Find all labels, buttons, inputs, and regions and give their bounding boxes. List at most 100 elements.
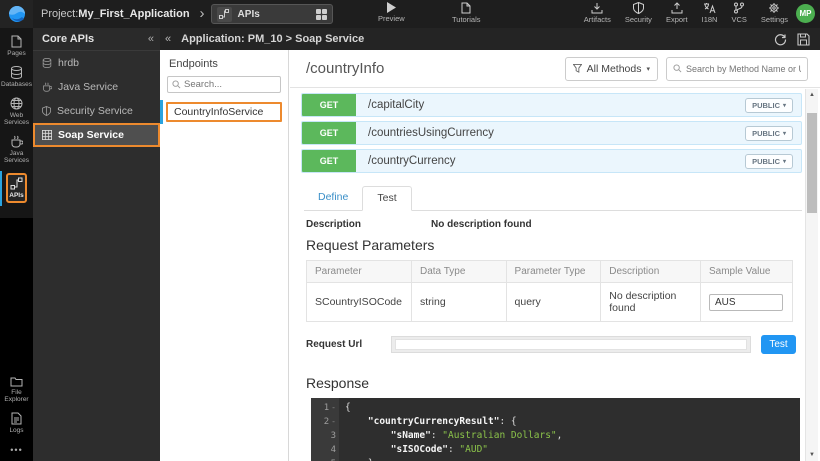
methods-filter-label: All Methods <box>587 63 642 75</box>
web-services-icon <box>10 97 23 110</box>
grid-icon[interactable] <box>316 9 327 20</box>
java-service-label: Java Service <box>58 81 118 93</box>
apis-tab[interactable]: APIs <box>211 4 333 24</box>
preview-button[interactable]: Preview <box>378 2 405 23</box>
table-header-row: Parameter Data Type Parameter Type Descr… <box>307 261 793 283</box>
get-method-button[interactable]: GET <box>302 94 356 116</box>
test-button[interactable]: Test <box>761 335 796 354</box>
response-gutter: 1-2-3456 <box>311 398 339 461</box>
tutorials-label: Tutorials <box>452 15 480 24</box>
endpoint-row-countriesusingcurrency[interactable]: GET /countriesUsingCurrency PUBLIC▾ <box>301 121 802 145</box>
play-icon <box>386 2 396 13</box>
endpoints-panel: Endpoints CountryInfoService <box>160 50 289 461</box>
sidebar-item-apis[interactable]: APIs <box>0 169 33 208</box>
logs-label: Logs <box>9 427 23 434</box>
collapse-endpoints-icon[interactable]: « <box>165 33 171 45</box>
sidebar-item-databases[interactable]: Databases <box>0 62 33 93</box>
vcs-button[interactable]: VCS <box>731 2 746 24</box>
settings-button[interactable]: Settings <box>761 2 788 24</box>
gear-icon <box>768 2 780 14</box>
response-code-block[interactable]: 1-2-3456 { "countryCurrencyResult": { "s… <box>311 398 800 461</box>
artifacts-button[interactable]: Artifacts <box>584 2 611 24</box>
collapse-panel-icon[interactable]: « <box>148 33 154 45</box>
funnel-icon <box>573 64 582 73</box>
java-services-icon <box>10 135 23 148</box>
access-badge[interactable]: PUBLIC▾ <box>745 154 793 169</box>
core-apis-header: Core APIs « <box>33 28 160 51</box>
security-service-label: Security Service <box>57 105 133 117</box>
cell-sample-value <box>700 283 792 322</box>
apis-icon <box>10 177 23 190</box>
tab-test[interactable]: Test <box>362 186 411 211</box>
pages-label: Pages <box>7 50 25 57</box>
sidebar-item-file-explorer[interactable]: File Explorer <box>0 372 33 408</box>
refresh-button[interactable] <box>774 33 787 46</box>
detail-tabs: Define Test <box>304 186 802 211</box>
upload-icon <box>671 2 683 14</box>
endpoint-path: /countryCurrency <box>368 155 456 167</box>
get-method-button[interactable]: GET <box>302 150 356 172</box>
save-button[interactable] <box>797 33 810 46</box>
access-badge[interactable]: PUBLIC▾ <box>745 126 793 141</box>
i18n-button[interactable]: I18N <box>702 2 718 24</box>
method-search[interactable] <box>666 57 808 81</box>
endpoint-row-capitalcity[interactable]: GET /capitalCity PUBLIC▾ <box>301 93 802 117</box>
endpoint-rows: GET /capitalCity PUBLIC▾ GET /countriesU… <box>301 93 802 173</box>
service-item-java-service[interactable]: Java Service <box>33 75 160 99</box>
pages-icon <box>11 35 22 48</box>
cell-description: No description found <box>601 283 701 322</box>
api-connector-icon <box>217 7 232 22</box>
user-avatar[interactable]: MP <box>796 4 815 23</box>
method-search-input[interactable] <box>686 64 801 74</box>
endpoint-countryinfoservice[interactable]: CountryInfoService <box>160 102 288 122</box>
badge-caret-icon: ▾ <box>783 130 786 137</box>
service-item-soap-service[interactable]: Soap Service <box>33 123 160 147</box>
endpoints-search-input[interactable] <box>184 79 276 90</box>
wavemaker-logo-icon[interactable] <box>0 0 33 28</box>
sidebar-item-java-services[interactable]: Java Services <box>0 131 33 169</box>
preview-label: Preview <box>378 14 405 23</box>
endpoint-path: /countriesUsingCurrency <box>368 127 494 139</box>
branch-icon <box>733 2 745 14</box>
sample-value-input[interactable] <box>709 294 783 311</box>
more-options-button[interactable]: ••• <box>0 439 33 457</box>
endpoints-search[interactable] <box>167 76 281 93</box>
topbar: Project:My_First_Application › APIs Prev… <box>0 0 820 28</box>
col-sample-value: Sample Value <box>700 261 792 283</box>
cell-parameter-type: query <box>506 283 601 322</box>
tutorials-button[interactable]: Tutorials <box>452 2 480 24</box>
service-item-security-service[interactable]: Security Service <box>33 99 160 123</box>
sidebar-item-web-services[interactable]: Web Services <box>0 93 33 131</box>
request-url-row: Request Url Test <box>306 335 820 354</box>
endpoint-row-countrycurrency[interactable]: GET /countryCurrency PUBLIC▾ <box>301 149 802 173</box>
sidebar-item-logs[interactable]: Logs <box>0 408 33 439</box>
java-services-label: Java Services <box>0 150 33 164</box>
request-parameters-title: Request Parameters <box>306 237 820 253</box>
scroll-up-arrow[interactable]: ▲ <box>806 89 818 101</box>
endpoints-title: Endpoints <box>160 50 288 76</box>
request-url-wrapper <box>391 336 751 353</box>
tab-define[interactable]: Define <box>304 186 362 210</box>
request-url-input[interactable] <box>395 339 747 350</box>
access-badge[interactable]: PUBLIC▾ <box>745 98 793 113</box>
filter-caret-icon: ▾ <box>646 65 650 73</box>
scrollbar-thumb[interactable] <box>807 113 817 213</box>
scroll-down-arrow[interactable]: ▼ <box>806 449 818 461</box>
get-method-button[interactable]: GET <box>302 122 356 144</box>
export-button[interactable]: Export <box>666 2 688 24</box>
vertical-scrollbar[interactable]: ▲ ▼ <box>805 89 818 461</box>
project-prefix: Project: <box>41 8 78 20</box>
description-value: No description found <box>431 219 532 230</box>
breadcrumb-chevron-icon: › <box>200 5 205 22</box>
project-name[interactable]: Project:My_First_Application <box>41 8 190 20</box>
sidebar-item-pages[interactable]: Pages <box>0 31 33 62</box>
methods-filter-dropdown[interactable]: All Methods ▾ <box>565 57 658 81</box>
project-title: My_First_Application <box>78 8 189 20</box>
security-button[interactable]: Security <box>625 2 652 24</box>
logs-icon <box>11 412 22 425</box>
database-icon <box>42 58 52 68</box>
i18n-label: I18N <box>702 15 718 24</box>
request-parameters-table: Parameter Data Type Parameter Type Descr… <box>306 260 793 322</box>
topbar-actions: Artifacts Security Export ▾ I18N <box>584 2 788 24</box>
service-item-hrdb[interactable]: hrdb <box>33 51 160 75</box>
